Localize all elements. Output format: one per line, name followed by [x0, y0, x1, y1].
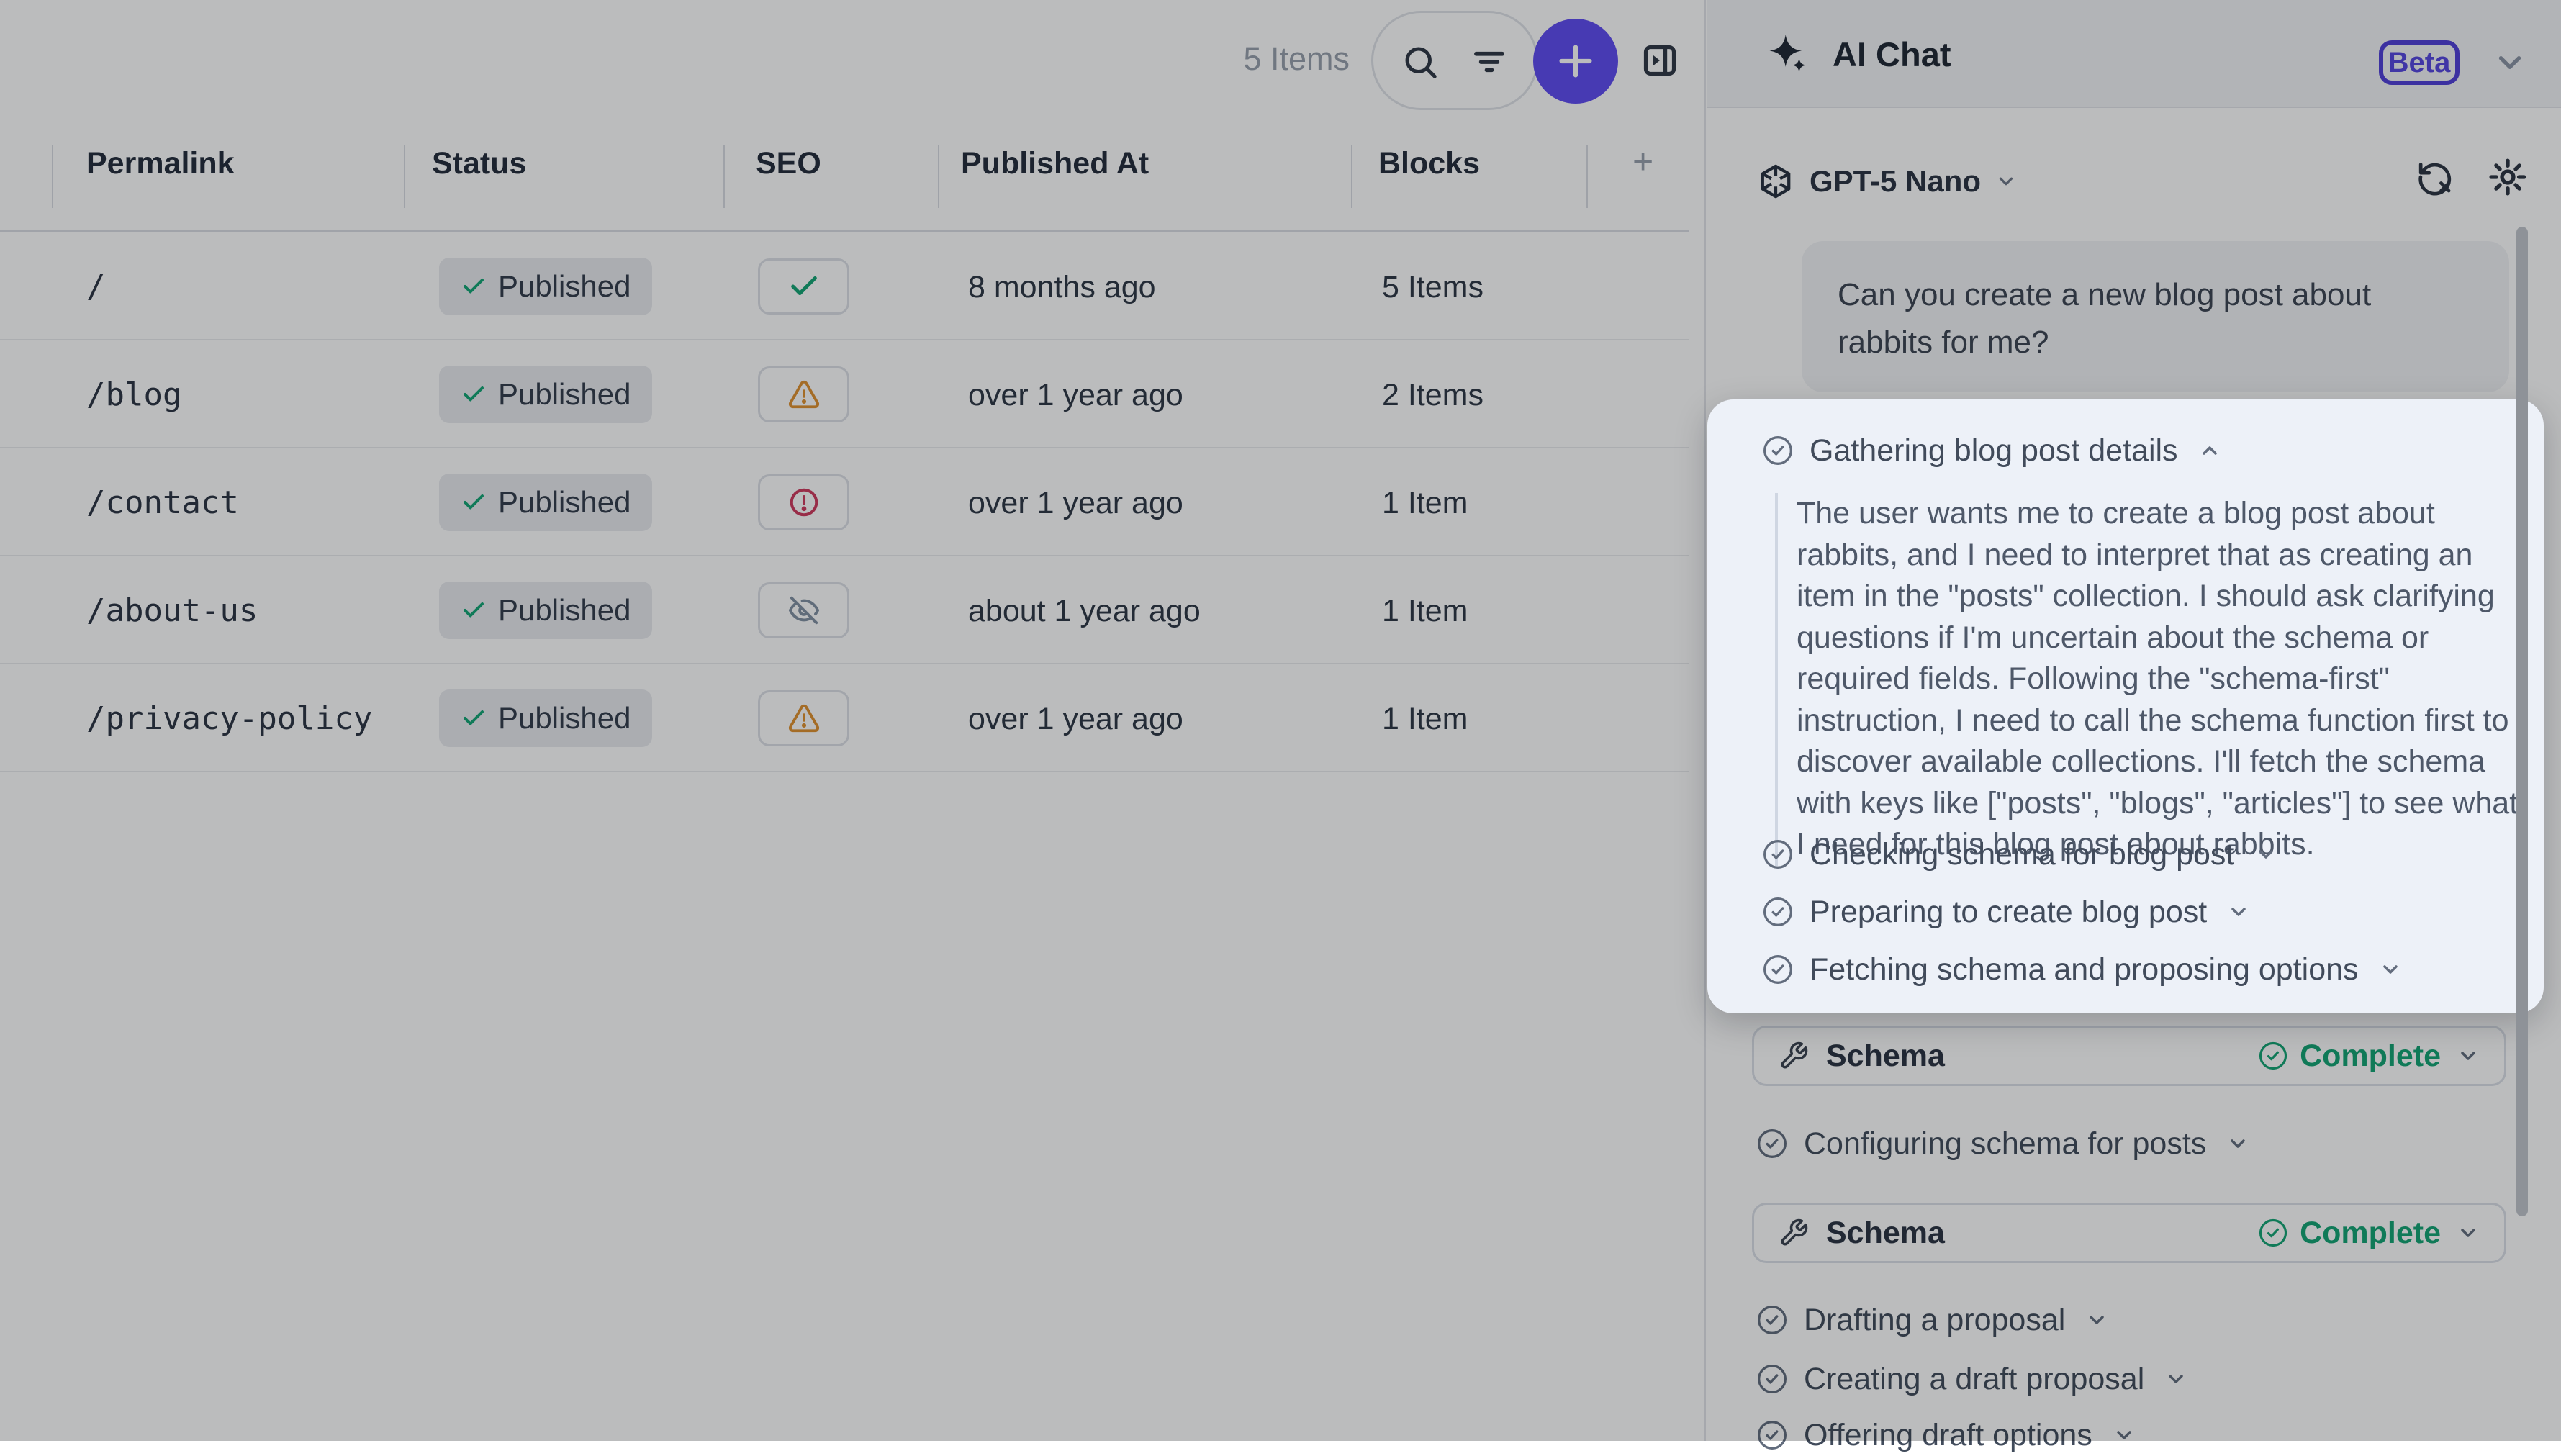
check-circle-icon — [1762, 838, 1794, 870]
reasoning-step-label: Preparing to create blog post — [1810, 895, 2207, 930]
reasoning-step-label: Gathering blog post details — [1810, 433, 2178, 469]
chevron-down-icon — [2227, 900, 2250, 923]
reasoning-step[interactable]: Preparing to create blog post — [1762, 891, 2250, 933]
check-circle-icon — [1762, 954, 1794, 985]
chevron-up-icon — [2198, 439, 2221, 462]
chevron-down-icon — [2254, 843, 2277, 866]
reasoning-step[interactable]: Checking schema for blog post — [1762, 833, 2277, 875]
chevron-down-icon — [2379, 958, 2402, 981]
reasoning-step-label: Fetching schema and proposing options — [1810, 952, 2359, 987]
check-circle-icon — [1762, 896, 1794, 928]
reasoning-step-expanded[interactable]: Gathering blog post details — [1762, 430, 2221, 471]
reasoning-step[interactable]: Fetching schema and proposing options — [1762, 949, 2402, 990]
reasoning-body-text: The user wants me to create a blog post … — [1775, 493, 2528, 866]
chat-scrollbar[interactable] — [2516, 227, 2528, 1216]
reasoning-step-label: Checking schema for blog post — [1810, 837, 2234, 872]
reasoning-card: Gathering blog post details The user wan… — [1707, 399, 2544, 1013]
check-circle-icon — [1762, 435, 1794, 466]
